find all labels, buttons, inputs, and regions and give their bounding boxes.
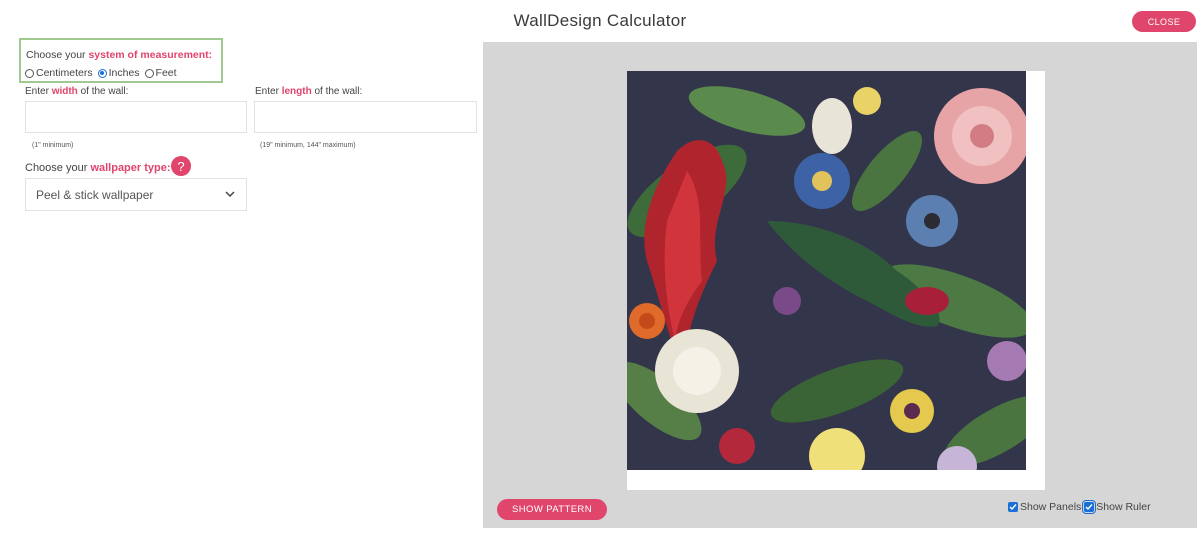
checkbox-checked-icon[interactable] [1082, 500, 1097, 514]
radio-centimeters-label: Centimeters [36, 67, 93, 79]
length-label-suffix: of the wall: [311, 86, 363, 97]
radio-circle-icon[interactable] [144, 68, 154, 78]
page-title: WallDesign Calculator [513, 11, 687, 30]
wallpaper-type-value: Peel & stick wallpaper [36, 187, 154, 202]
wallpaper-type-label: Choose your wallpaper type: [25, 162, 171, 174]
length-label-prefix: Enter [255, 86, 282, 97]
measurement-label: Choose your system of measurement: [26, 49, 212, 61]
chevron-down-icon [225, 191, 235, 198]
measurement-label-accent: system of measurement: [88, 49, 213, 61]
show-ruler-label: Show Ruler [1096, 501, 1151, 513]
show-panels-label: Show Panels [1020, 501, 1082, 513]
measurement-label-prefix: Choose your [26, 49, 89, 61]
preview-toolbar: SHOW PATTERN Show Panels Show Ruler [483, 490, 1197, 528]
width-label-suffix: of the wall: [77, 86, 129, 97]
wallpaper-type-select[interactable]: Peel & stick wallpaper [25, 178, 247, 211]
close-button[interactable]: CLOSE [1132, 11, 1196, 32]
wall-preview: SHOW PATTERN Show Panels Show Ruler [483, 42, 1197, 528]
radio-centimeters[interactable]: Centimeters [25, 67, 93, 79]
help-button[interactable]: ? [171, 156, 191, 176]
wallpaper-type-label-prefix: Choose your [25, 162, 91, 174]
checkbox-checked-icon[interactable] [1008, 502, 1018, 512]
radio-circle-icon[interactable] [25, 68, 34, 78]
width-label-prefix: Enter [25, 86, 52, 97]
wallpaper-pattern-image [627, 71, 1026, 470]
width-input[interactable] [25, 101, 247, 133]
width-label: Enter width of the wall: [25, 86, 128, 97]
floral-pattern-image [627, 71, 1026, 470]
radio-inches[interactable]: Inches [97, 67, 140, 79]
length-input[interactable] [254, 101, 477, 133]
length-hint: (19" minimum, 144" maximum) [260, 142, 356, 149]
length-label-accent: length [281, 86, 312, 97]
width-hint: (1" minimum) [32, 142, 74, 149]
radio-feet-label: Feet [155, 67, 177, 79]
preview-panel-strip [627, 470, 1026, 490]
show-pattern-button[interactable]: SHOW PATTERN [497, 499, 607, 520]
measurement-system-group: Choose your system of measurement: Centi… [19, 38, 223, 83]
radio-inches-label: Inches [108, 67, 140, 79]
wallpaper-type-label-accent: wallpaper type: [90, 162, 171, 174]
preview-options: Show Panels Show Ruler [1008, 500, 1154, 514]
show-ruler-option[interactable]: Show Ruler [1082, 500, 1151, 514]
width-label-accent: width [51, 86, 78, 97]
show-panels-option[interactable]: Show Panels [1008, 501, 1081, 513]
length-label: Enter length of the wall: [255, 86, 362, 97]
radio-selected-icon[interactable] [97, 68, 107, 78]
measurement-options: Centimeters Inches Feet [25, 67, 182, 79]
radio-feet[interactable]: Feet [144, 67, 177, 79]
